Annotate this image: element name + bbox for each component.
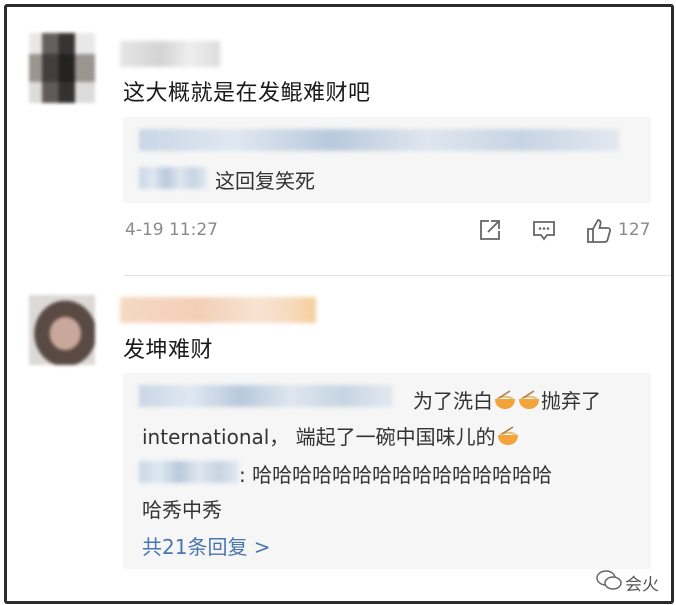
like-count: 127: [618, 220, 651, 240]
timestamp: 4-19 11:27: [125, 220, 218, 240]
blurred-reply-text: [139, 129, 619, 151]
screenshot-frame: 这大概就是在发鲲难财吧 这回复笑死 4-19 11:27 127 发坤难财 为了…: [4, 4, 674, 604]
reply-text: 哈秀中秀: [142, 498, 222, 522]
reply-preview-box[interactable]: 为了洗白 抛弃了 international， 端起了一碗中国味儿的 : 哈哈哈哈…: [123, 373, 651, 569]
reply-text: 这回复笑死: [215, 169, 315, 193]
like-icon[interactable]: [585, 217, 613, 245]
reply-text-part: 抛弃了: [541, 389, 601, 413]
comment-text: 发坤难财: [123, 338, 214, 363]
noodle-bowl-emoji: [519, 390, 539, 409]
share-icon[interactable]: [477, 217, 503, 243]
divider: [123, 275, 671, 276]
avatar[interactable]: [29, 295, 95, 365]
blurred-reply-username: [139, 167, 207, 189]
username-blurred[interactable]: [120, 41, 220, 67]
reply-preview-box[interactable]: 这回复笑死: [123, 117, 651, 203]
username-blurred[interactable]: [120, 297, 316, 323]
comment-text: 这大概就是在发鲲难财吧: [123, 81, 371, 106]
reply-line: international， 端起了一碗中国味儿的: [142, 421, 520, 450]
reply-line: 为了洗白 抛弃了: [413, 385, 601, 414]
comment-icon[interactable]: [531, 217, 557, 243]
more-replies-link[interactable]: 共21条回复 >: [142, 531, 271, 560]
reply-text: : 哈哈哈哈哈哈哈哈哈哈哈哈哈哈哈: [239, 463, 553, 487]
noodle-bowl-emoji: [495, 390, 515, 409]
blurred-reply-username: [139, 385, 393, 407]
watermark-text: 会火: [625, 575, 659, 595]
wechat-brand-icon: [596, 570, 622, 590]
comment-meta: 4-19 11:27 127: [123, 215, 651, 249]
reply-text-part: international， 端起了一碗中国味儿的: [142, 425, 496, 449]
blurred-reply-username: [139, 461, 239, 483]
reply-text-part: 为了洗白: [413, 389, 493, 413]
avatar[interactable]: [29, 33, 95, 103]
noodle-bowl-emoji: [497, 426, 518, 445]
